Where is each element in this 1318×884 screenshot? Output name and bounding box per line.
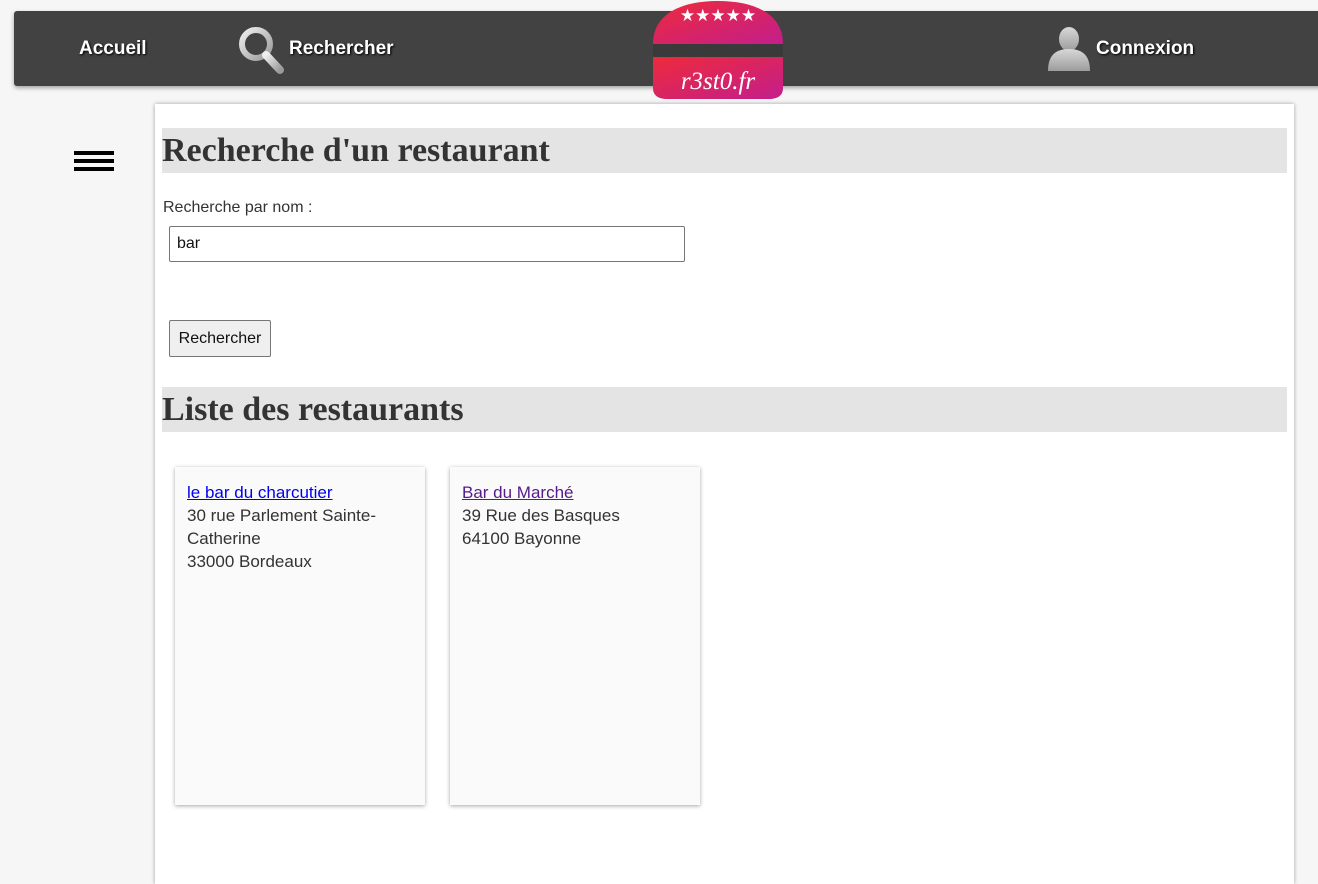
site-logo[interactable]: ★★★★★ r3st0.fr xyxy=(651,0,785,100)
nav-login-label: Connexion xyxy=(1096,37,1195,59)
restaurant-city: 33000 Bordeaux xyxy=(187,552,312,571)
restaurant-city: 64100 Bayonne xyxy=(462,529,582,548)
results-section-title: Liste des restaurants xyxy=(162,387,1287,432)
restaurant-card: le bar du charcutier 30 rue Parlement Sa… xyxy=(175,467,425,805)
nav-home-link[interactable]: Accueil xyxy=(79,11,147,86)
search-icon xyxy=(239,26,284,74)
nav-search-label: Rechercher xyxy=(289,37,394,59)
restaurant-link[interactable]: Bar du Marché xyxy=(462,483,574,502)
restaurant-street: 30 rue Parlement Sainte-Catherine xyxy=(187,506,376,548)
search-submit-button[interactable]: Rechercher xyxy=(169,320,271,357)
user-icon xyxy=(1048,26,1090,71)
nav-home-label: Accueil xyxy=(79,37,147,59)
search-label: Recherche par nom : xyxy=(163,199,313,216)
restaurant-card: Bar du Marché 39 Rue des Basques 64100 B… xyxy=(450,467,700,805)
nav-search-link[interactable]: Rechercher xyxy=(235,11,394,86)
search-section-title: Recherche d'un restaurant xyxy=(162,128,1287,173)
hamburger-menu-icon[interactable] xyxy=(74,151,114,175)
logo-stars: ★★★★★ xyxy=(680,6,756,26)
main-content: Recherche d'un restaurant Recherche par … xyxy=(155,104,1294,884)
search-input[interactable] xyxy=(169,226,685,262)
restaurant-link[interactable]: le bar du charcutier xyxy=(187,483,333,502)
logo-text: r3st0.fr xyxy=(681,68,756,95)
nav-login-link[interactable]: Connexion xyxy=(1046,11,1194,86)
restaurant-street: 39 Rue des Basques xyxy=(462,506,620,525)
